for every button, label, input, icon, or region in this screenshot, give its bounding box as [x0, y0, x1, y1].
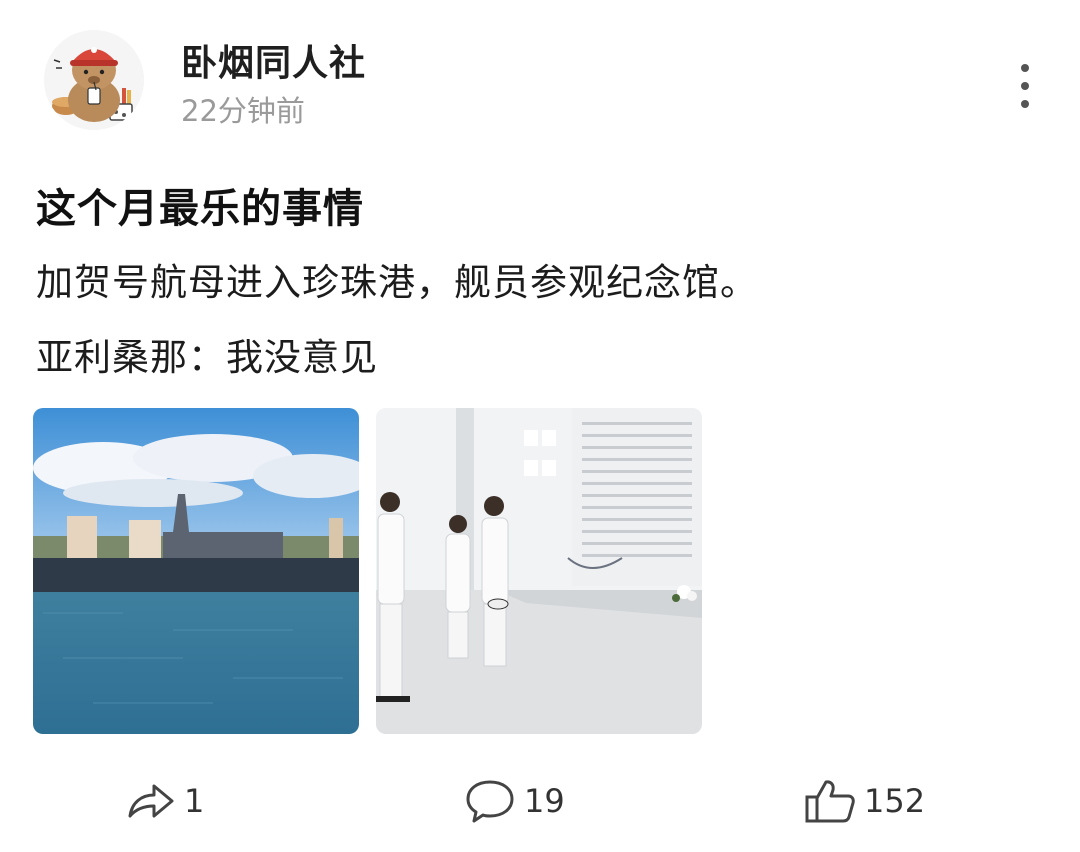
capybara-avatar-icon [44, 30, 144, 130]
warship-harbor-photo [33, 408, 359, 734]
post-image-warship[interactable] [33, 408, 359, 734]
post-timestamp: 22分钟前 [181, 94, 305, 128]
share-count: 1 [184, 782, 205, 820]
post-text-line: 加贺号航母进入珍珠港，舰员参观纪念馆。 [36, 261, 758, 304]
author-avatar[interactable] [44, 30, 144, 130]
more-options-icon[interactable] [1008, 64, 1042, 108]
dot [1021, 100, 1029, 108]
author-name[interactable]: 卧烟同人社 [181, 34, 366, 86]
like-button[interactable]: 152 [804, 776, 925, 826]
post-title: 这个月最乐的事情 [36, 186, 364, 232]
post-image-memorial[interactable] [376, 408, 702, 734]
comment-bubble-icon [466, 780, 514, 823]
comment-count: 19 [524, 782, 565, 820]
comment-button[interactable]: 19 [464, 776, 565, 826]
post-text-line: 亚利桑那：我没意见 [36, 336, 378, 379]
thumbs-up-icon [805, 780, 855, 823]
share-button[interactable]: 1 [126, 776, 204, 826]
share-arrow-icon [128, 784, 174, 818]
dot [1021, 64, 1029, 72]
weibo-post: 卧烟同人社 22分钟前 这个月最乐的事情 加贺号航母进入珍珠港，舰员参观纪念馆。… [0, 0, 1080, 852]
dot [1021, 82, 1029, 90]
like-count: 152 [864, 782, 926, 820]
memorial-sailors-photo [376, 408, 702, 734]
